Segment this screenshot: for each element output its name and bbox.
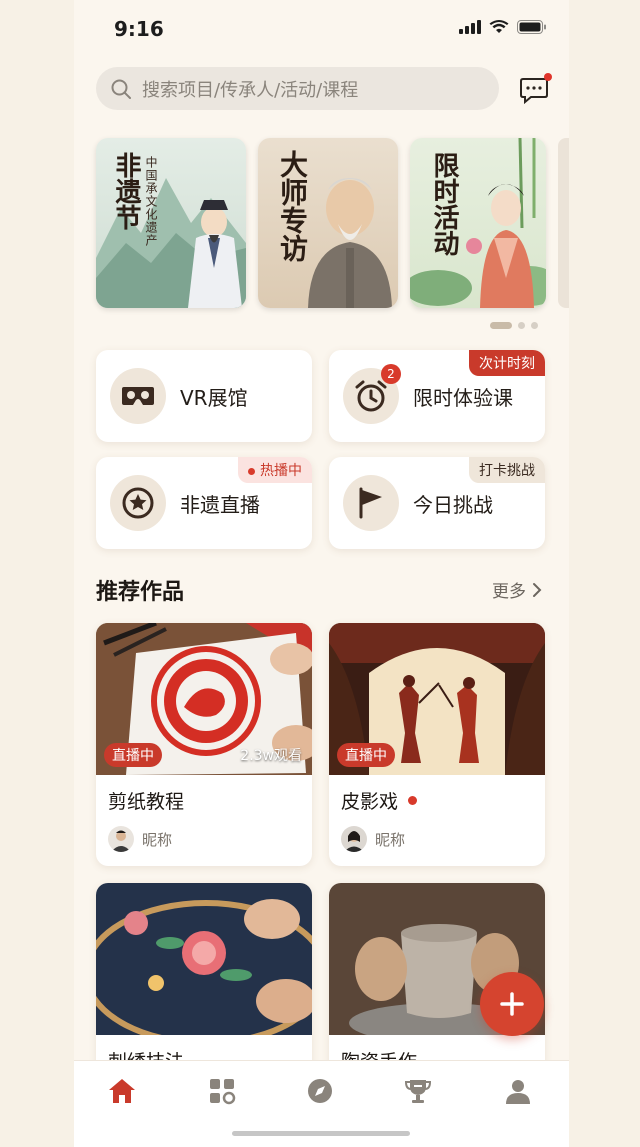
feature-daily-challenge[interactable]: 今日挑战 打卡挑战: [329, 457, 545, 549]
view-count: 2.3w观看: [240, 748, 302, 764]
feature-live-stream[interactable]: 非遗直播 热播中: [96, 457, 312, 549]
create-fab-button[interactable]: [480, 972, 544, 1036]
avatar: [108, 826, 134, 852]
section-title: 推荐作品: [96, 580, 185, 605]
feature-timed-course[interactable]: 2 限时体验课 次计时刻: [329, 350, 545, 442]
star-icon: [122, 487, 154, 519]
feature-tag: 打卡挑战: [469, 457, 545, 483]
live-badge: 直播中: [104, 743, 162, 767]
search-bar[interactable]: 搜索项目/传承人/活动/课程: [96, 67, 499, 110]
profile-icon: [506, 1080, 530, 1104]
tab-category[interactable]: [202, 1075, 242, 1107]
feature-tag-text: 热播中: [260, 463, 302, 479]
tab-home[interactable]: [102, 1075, 142, 1107]
pagination-dot-active: [490, 322, 512, 329]
author-name: 昵称: [142, 830, 173, 849]
feature-icon-wrap: [110, 475, 166, 531]
work-card[interactable]: 刺绣技法: [96, 883, 312, 1083]
banner-master-interview[interactable]: 大师专访: [258, 138, 398, 308]
work-thumbnail: 直播中 2.3w观看: [96, 623, 312, 775]
tab-achievements[interactable]: [398, 1075, 438, 1107]
feature-tag: 次计时刻: [469, 350, 545, 376]
more-link[interactable]: 更多: [492, 577, 542, 602]
feature-icon-wrap: [343, 475, 399, 531]
flag-icon: [359, 487, 382, 519]
search-icon: [111, 79, 131, 99]
feature-label: VR展馆: [180, 385, 248, 410]
work-thumbnail: 直播中: [329, 623, 545, 775]
app-screen: 9:16 搜索项目/传承人/活动/课程 非遗节 中国承文化遗产 大师专访 限时活…: [74, 0, 569, 1147]
banner-pagination: [490, 322, 538, 329]
feature-icon-wrap: [110, 368, 166, 424]
message-unread-dot: [544, 73, 552, 81]
banner-title: 大师专访: [276, 150, 309, 262]
wifi-icon: [489, 20, 509, 33]
trophy-icon: [404, 1080, 432, 1103]
banner-title: 限时活动: [429, 152, 459, 256]
alarm-clock-icon: [355, 380, 387, 412]
live-badge: 直播中: [337, 743, 395, 767]
signal-icon: [459, 20, 481, 34]
work-title-row: 剪纸教程: [96, 775, 312, 814]
chevron-right-icon: [533, 582, 542, 597]
category-icon: [210, 1079, 236, 1105]
compass-icon: [308, 1079, 332, 1103]
notification-badge: 2: [381, 364, 401, 384]
work-title-row: 皮影戏: [329, 775, 545, 814]
pagination-dot: [518, 322, 525, 329]
embroidery-image: [96, 883, 312, 1035]
tab-profile[interactable]: [498, 1075, 538, 1107]
home-indicator: [232, 1131, 410, 1136]
author-row[interactable]: 昵称: [96, 814, 312, 866]
status-time: 9:16: [114, 17, 164, 41]
work-card[interactable]: 直播中 皮影戏 昵称: [329, 623, 545, 866]
status-icons: [459, 20, 547, 34]
banner-heritage-festival[interactable]: 非遗节 中国承文化遗产: [96, 138, 246, 308]
feature-label: 限时体验课: [413, 385, 513, 410]
vr-headset-icon: [122, 387, 154, 405]
author-name: 昵称: [375, 830, 406, 849]
feature-vr-gallery[interactable]: VR展馆: [96, 350, 312, 442]
feature-label: 今日挑战: [413, 492, 493, 517]
status-bar: 9:16: [74, 0, 569, 60]
banner-title: 非遗节: [111, 152, 141, 230]
pagination-dot: [531, 322, 538, 329]
feature-tag: 热播中: [238, 457, 312, 483]
author-row[interactable]: 昵称: [329, 814, 545, 866]
message-button[interactable]: [519, 73, 552, 105]
work-title: 剪纸教程: [108, 791, 185, 813]
more-label: 更多: [492, 582, 526, 602]
feature-icon-wrap: 2: [343, 364, 401, 424]
plus-icon: [500, 992, 524, 1016]
home-icon: [109, 1079, 135, 1103]
battery-icon: [517, 20, 546, 34]
banner-subtitle: 中国承文化遗产: [144, 156, 158, 247]
feature-label: 非遗直播: [180, 492, 260, 517]
banner-next-peek: [558, 138, 569, 308]
tab-discover[interactable]: [300, 1075, 340, 1107]
chat-icon: [520, 78, 548, 105]
work-card[interactable]: 直播中 2.3w观看 剪纸教程 昵称: [96, 623, 312, 866]
work-title: 皮影戏: [341, 791, 399, 813]
work-thumbnail: [96, 883, 312, 1035]
banner-limited-event[interactable]: 限时活动: [410, 138, 546, 308]
live-dot: [408, 796, 418, 805]
avatar: [341, 826, 367, 852]
search-placeholder: 搜索项目/传承人/活动/课程: [142, 79, 359, 101]
